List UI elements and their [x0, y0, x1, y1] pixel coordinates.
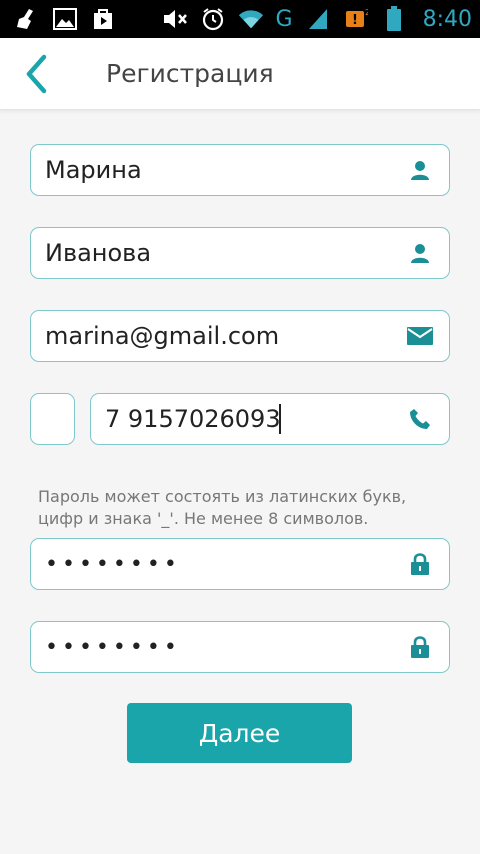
svg-text:2: 2 [365, 8, 368, 17]
phone-input[interactable]: 7 9157026093 [105, 405, 281, 433]
password-confirm-field[interactable] [30, 621, 450, 673]
broom-icon [14, 6, 40, 32]
battery-icon [381, 6, 407, 32]
phone-icon [407, 406, 433, 432]
password-input[interactable] [45, 539, 407, 589]
last-name-field[interactable] [30, 227, 450, 279]
country-code-field[interactable] [30, 393, 75, 445]
lock-icon [407, 551, 433, 577]
play-store-icon [90, 6, 116, 32]
first-name-input[interactable] [45, 145, 407, 195]
user-icon [407, 157, 433, 183]
first-name-field[interactable] [30, 144, 450, 196]
text-cursor [278, 404, 281, 434]
last-name-input[interactable] [45, 228, 407, 278]
page-title: Регистрация [106, 59, 274, 88]
app-bar: Регистрация [0, 38, 480, 110]
mute-icon [162, 6, 188, 32]
status-time: 8:40 [422, 6, 472, 32]
notification-icon: ! 2 [343, 6, 369, 32]
user-icon [407, 240, 433, 266]
network-type-label: G [275, 6, 293, 32]
status-bar-right: G ! 2 8:40 [162, 6, 472, 32]
email-input[interactable] [45, 311, 407, 361]
email-field[interactable] [30, 310, 450, 362]
password-hint: Пароль может состоять из латинских букв,… [38, 487, 407, 528]
status-bar: G ! 2 8:40 [0, 0, 480, 38]
next-button[interactable]: Далее [127, 703, 352, 763]
alarm-icon [200, 6, 226, 32]
lock-icon [407, 634, 433, 660]
phone-field[interactable]: 7 9157026093 [90, 393, 450, 445]
image-icon [52, 6, 78, 32]
network-type: G [276, 6, 293, 32]
signal-icon [305, 6, 331, 32]
status-bar-left [14, 6, 116, 32]
wifi-icon [238, 6, 264, 32]
envelope-icon [407, 323, 433, 349]
password-confirm-input[interactable] [45, 622, 407, 672]
chevron-left-icon [26, 54, 47, 93]
back-button[interactable] [0, 38, 80, 110]
password-field[interactable] [30, 538, 450, 590]
svg-text:!: ! [352, 13, 358, 28]
